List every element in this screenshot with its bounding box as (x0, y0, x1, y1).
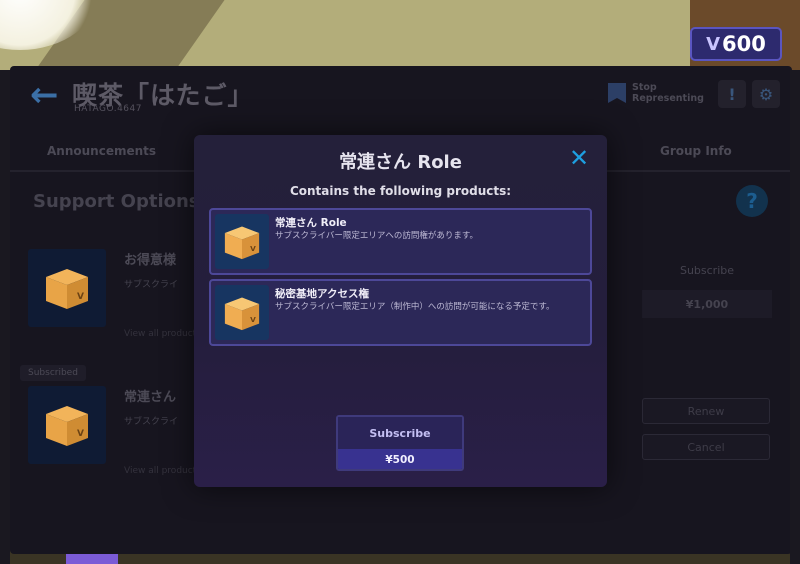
tab-announcements[interactable]: Announcements (47, 144, 156, 158)
box-icon: V (46, 269, 88, 309)
product-thumbnail: V (215, 214, 269, 269)
tier-details-modal: 常連さん Role ✕ Contains the following produ… (194, 135, 607, 487)
product-card: V 秘密基地アクセス権 サブスクライバー限定エリア（制作中）への訪問が可能になる… (209, 279, 592, 346)
tier-subscribe-price: ¥1,000 (642, 290, 772, 318)
subscribed-badge: Subscribed (20, 365, 86, 381)
subscribe-button[interactable]: Subscribe ¥500 (336, 415, 464, 471)
support-options-title: Support Options (33, 191, 200, 212)
product-name: 常連さん Role (275, 217, 347, 229)
tier-subscribe-card[interactable]: Subscribe ¥1,000 (642, 254, 772, 322)
tier-thumbnail: V (28, 386, 106, 464)
svg-text:V: V (77, 429, 84, 439)
product-description: サブスクライバー限定エリア（制作中）への訪問が可能になる予定です。 (275, 302, 555, 312)
product-thumbnail: V (215, 285, 269, 340)
subscribe-label: Subscribe (338, 417, 462, 449)
currency-balance[interactable]: V 600 (690, 27, 782, 61)
report-icon[interactable]: ! (718, 80, 746, 108)
product-name: 秘密基地アクセス権 (275, 288, 369, 300)
window-edge-left (0, 70, 10, 564)
svg-text:V: V (250, 243, 256, 252)
close-icon[interactable]: ✕ (568, 146, 590, 170)
currency-amount: 600 (722, 32, 766, 56)
subscribe-price: ¥500 (338, 449, 462, 469)
tier-subscribe-label: Subscribe (679, 263, 735, 277)
gear-icon[interactable]: ⚙ (752, 80, 780, 108)
box-icon: V (224, 297, 260, 330)
help-icon[interactable]: ? (736, 185, 768, 217)
tier-thumbnail: V (28, 249, 106, 327)
view-products-link[interactable]: View all products (124, 466, 201, 476)
cancel-button[interactable]: Cancel (642, 434, 770, 460)
product-description: サブスクライバー限定エリアへの訪問権があります。 (275, 231, 478, 241)
stop-representing-button[interactable]: Stop Representing (608, 82, 710, 104)
tier-description: サブスクライ (124, 417, 179, 427)
modal-title: 常連さん Role (339, 152, 462, 173)
stop-representing-label: Stop Representing (632, 82, 704, 104)
tab-group-info[interactable]: Group Info (660, 144, 732, 158)
banner-icon (608, 83, 626, 103)
group-header: ← 喫茶「はたご」 HATAGO.4647 Stop Representing … (10, 66, 792, 128)
tier-name: 常連さん (124, 390, 177, 405)
tier-name: お得意様 (124, 253, 177, 268)
tier-description: サブスクライ (124, 280, 179, 290)
renew-button[interactable]: Renew (642, 398, 770, 424)
svg-text:V: V (250, 314, 256, 323)
vrchat-credit-icon: V (706, 33, 721, 55)
svg-text:V: V (77, 292, 84, 302)
group-id: HATAGO.4647 (74, 104, 142, 114)
view-products-link[interactable]: View all products (124, 329, 201, 339)
box-icon: V (224, 226, 260, 259)
box-icon: V (46, 406, 88, 446)
modal-subtitle: Contains the following products: (289, 184, 512, 198)
back-arrow-icon[interactable]: ← (30, 78, 66, 112)
window-edge-right (790, 70, 800, 564)
product-card: V 常連さん Role サブスクライバー限定エリアへの訪問権があります。 (209, 208, 592, 275)
